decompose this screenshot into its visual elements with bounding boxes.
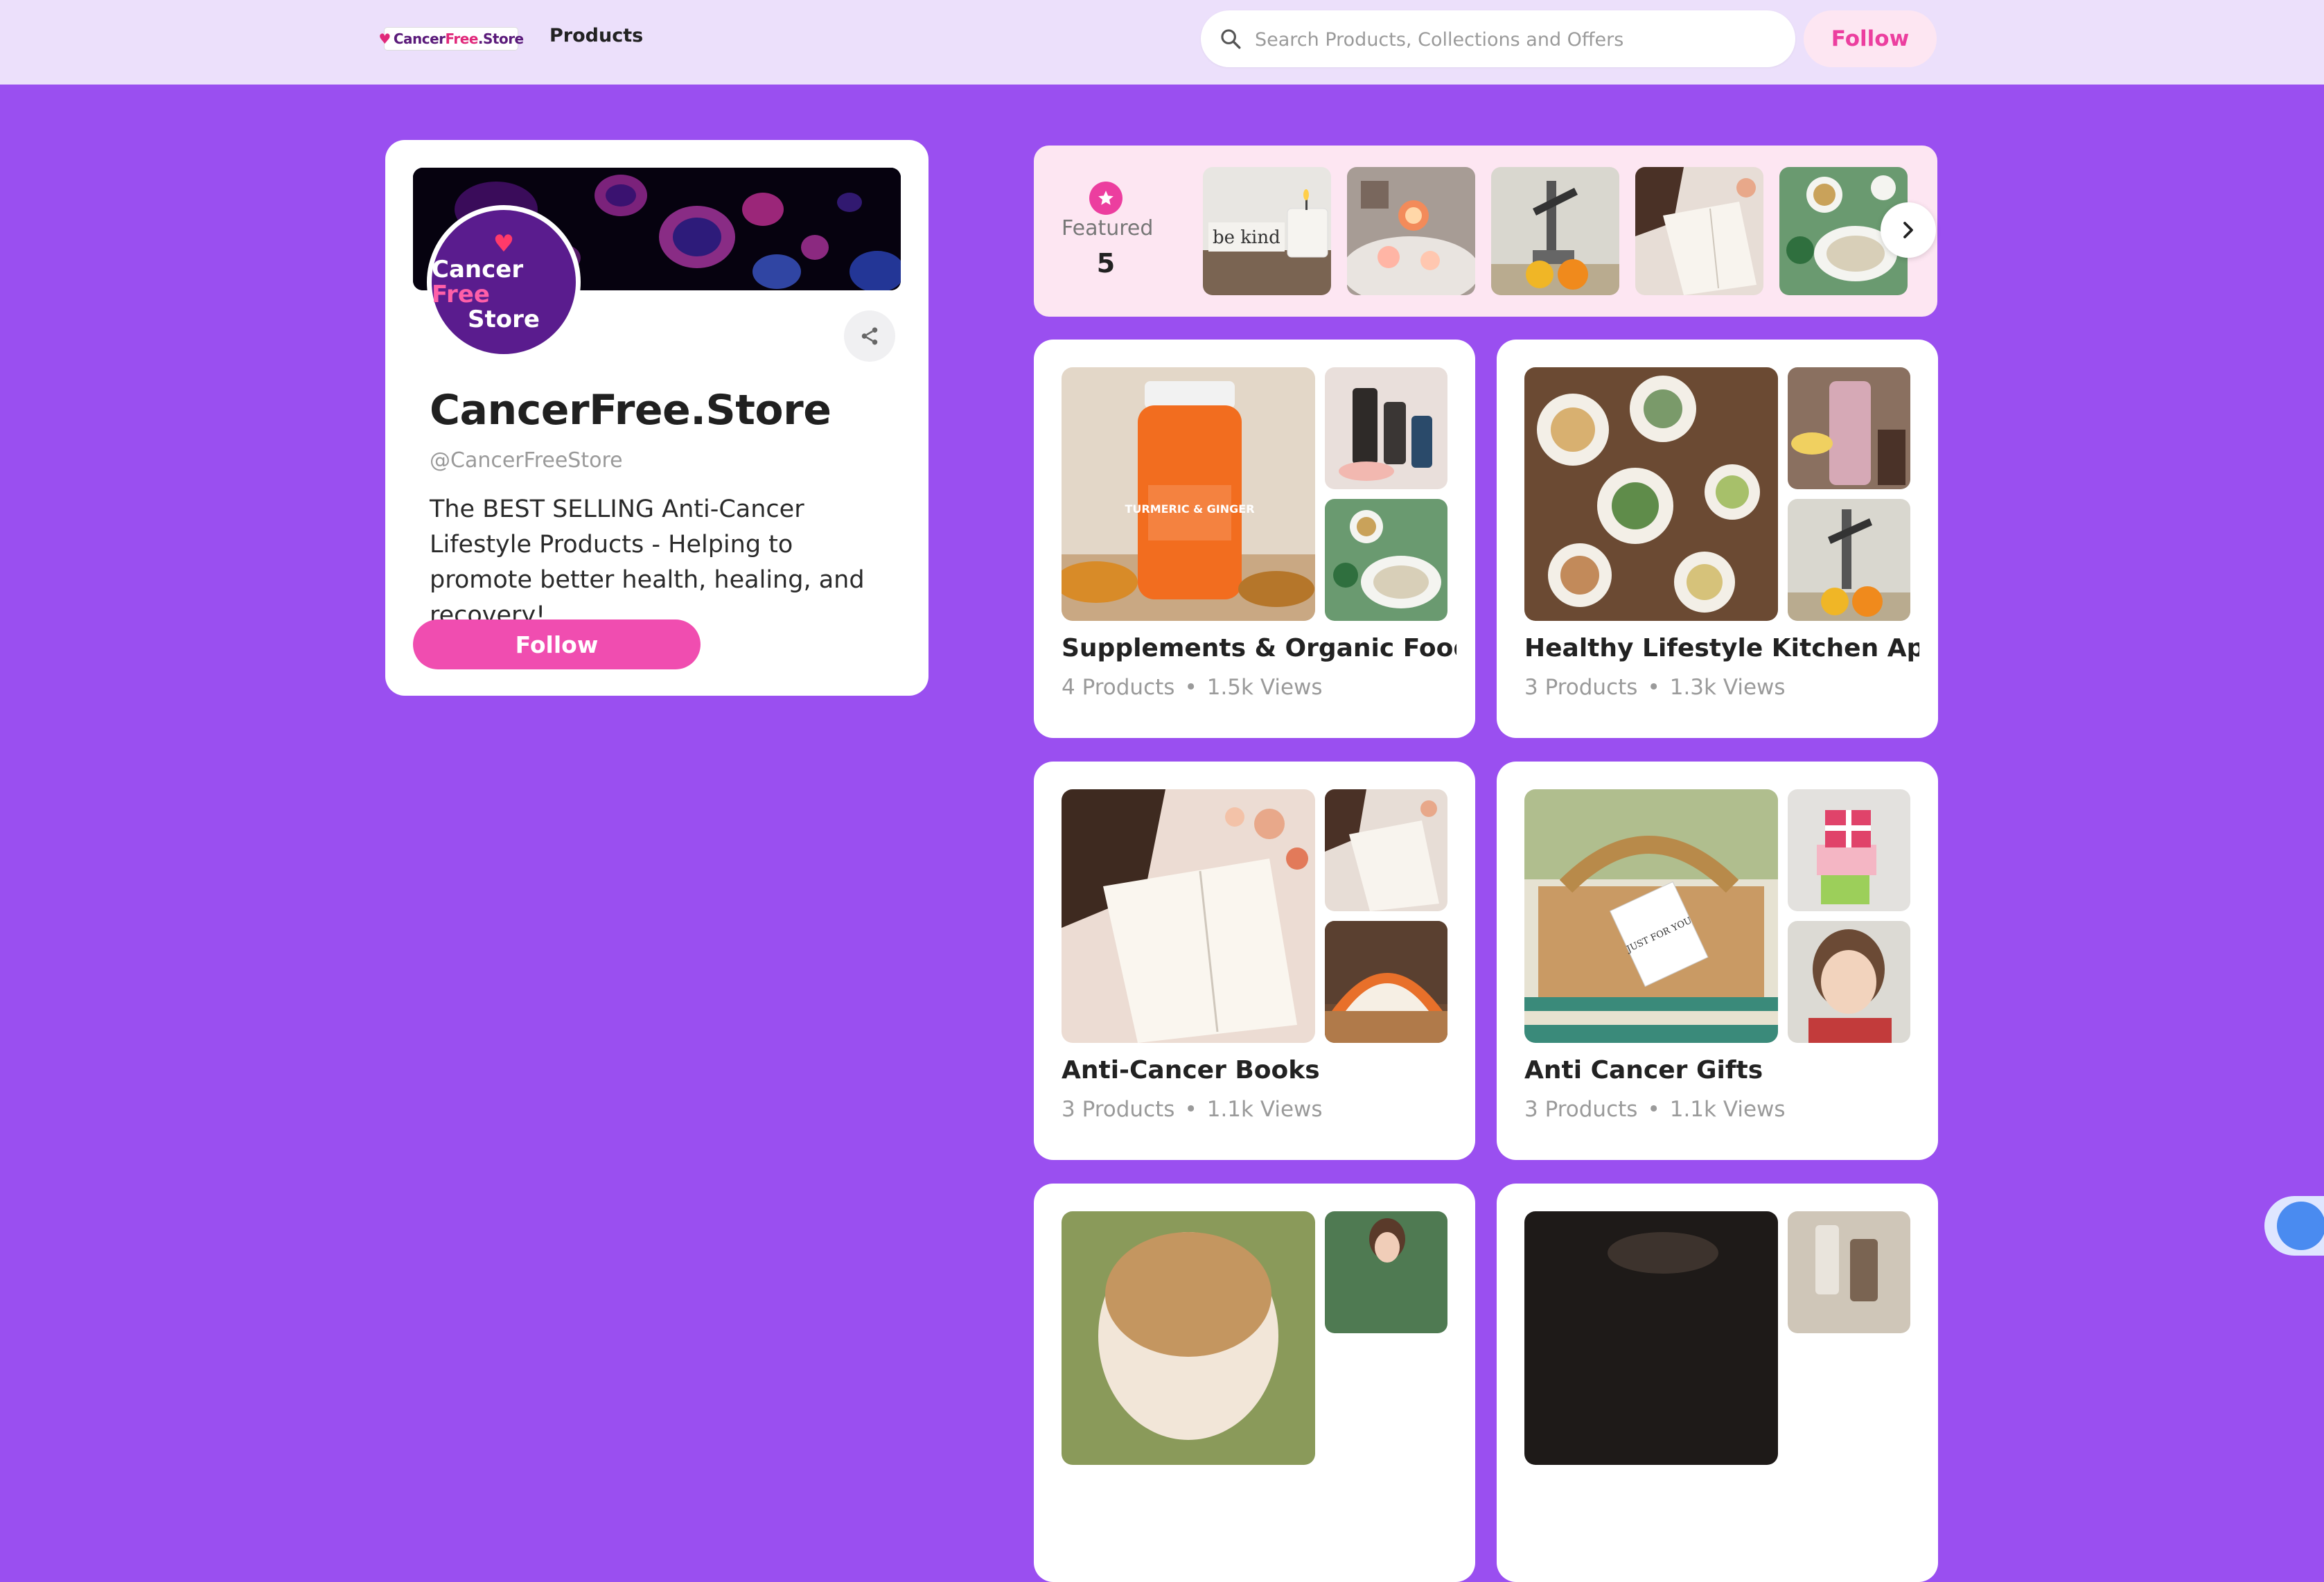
store-handle: @CancerFreeStore (430, 448, 623, 473)
collection-view-count: 1.1k Views (1206, 1097, 1323, 1122)
collection-card-supplements[interactable]: TURMERIC & GINGER Supplements & Organic … (1034, 340, 1475, 738)
featured-item-juicer[interactable] (1491, 167, 1619, 295)
chevron-right-icon (1903, 222, 1913, 238)
collection-meta: 3 Products • 1.1k Views (1524, 1097, 1786, 1122)
collection-image-2 (1325, 1211, 1447, 1333)
collection-product-count: 3 Products (1062, 1097, 1175, 1122)
featured-label: Featured (1062, 216, 1154, 240)
store-logo[interactable]: ♥ CancerFree.Store (378, 28, 524, 50)
featured-item-candle[interactable]: be kind (1203, 167, 1331, 295)
featured-item-bath[interactable] (1347, 167, 1475, 295)
collection-image-main (1062, 1211, 1315, 1465)
profile-follow-button[interactable]: Follow (413, 619, 701, 669)
collection-title: Anti Cancer Gifts (1524, 1056, 1763, 1084)
collection-image-2 (1788, 367, 1910, 489)
collection-image-2 (1325, 367, 1447, 489)
nav-products-link[interactable]: Products (549, 25, 643, 46)
featured-count: 5 (1096, 248, 1116, 279)
collection-meta: 3 Products • 1.1k Views (1062, 1097, 1323, 1122)
heartbeat-icon: ♥ (493, 229, 515, 258)
star-icon (1098, 191, 1113, 205)
collection-image-3 (1325, 921, 1447, 1043)
collection-product-count: 4 Products (1062, 675, 1175, 700)
header-follow-button[interactable]: Follow (1804, 10, 1937, 67)
collection-image-main: TURMERIC & GINGER (1062, 367, 1315, 621)
search-icon (1221, 29, 1241, 49)
collection-meta: 4 Products • 1.5k Views (1062, 675, 1323, 700)
collection-card-books[interactable]: Anti-Cancer Books 3 Products • 1.1k Views (1034, 762, 1475, 1160)
collection-image-main (1062, 789, 1315, 1043)
store-bio: The BEST SELLING Anti-Cancer Lifestyle P… (430, 495, 865, 629)
collection-image-main (1524, 1211, 1778, 1465)
logo-text-mid: Free (445, 30, 479, 47)
collection-view-count: 1.1k Views (1669, 1097, 1786, 1122)
collection-image-2 (1325, 789, 1447, 911)
collection-card-5[interactable] (1034, 1184, 1475, 1582)
collection-card-kitchen[interactable]: Healthy Lifestyle Kitchen Appli... 3 Pro… (1497, 340, 1938, 738)
candle-box-text: be kind (1213, 227, 1280, 248)
collection-meta: 3 Products • 1.3k Views (1524, 675, 1786, 700)
featured-badge (1089, 182, 1123, 215)
logo-text-left: Cancer (393, 30, 446, 47)
featured-next-button[interactable] (1881, 202, 1936, 258)
search-bar[interactable] (1201, 10, 1795, 69)
collection-title: Healthy Lifestyle Kitchen Appli... (1524, 634, 1919, 662)
logo-text-right: .Store (477, 30, 524, 47)
collection-title: Anti-Cancer Books (1062, 1056, 1320, 1084)
collection-product-count: 3 Products (1524, 1097, 1638, 1122)
collection-image-main (1524, 367, 1778, 621)
chat-widget-button[interactable] (2264, 1196, 2324, 1256)
collection-view-count: 1.3k Views (1669, 675, 1786, 700)
collection-image-main: JUST FOR YOU (1524, 789, 1778, 1043)
featured-item-book[interactable] (1635, 167, 1763, 295)
share-button[interactable] (844, 310, 895, 362)
search-input[interactable] (1253, 10, 1783, 69)
heart-icon: ♥ (378, 30, 391, 47)
collection-card-6[interactable] (1497, 1184, 1938, 1582)
collection-card-gifts[interactable]: JUST FOR YOU Anti Cancer Gifts 3 Product… (1497, 762, 1938, 1160)
collection-image-3 (1788, 921, 1910, 1043)
store-avatar: ♥ Cancer Free Store (427, 205, 581, 359)
chat-widget-icon (2277, 1202, 2324, 1250)
collection-image-3 (1788, 499, 1910, 621)
collection-title: Supplements & Organic Foods (1062, 634, 1456, 662)
collection-image-3 (1325, 499, 1447, 621)
collection-image-2 (1788, 1211, 1910, 1333)
top-navigation-bar: ♥ CancerFree.Store Products Follow (0, 0, 2324, 85)
collection-product-count: 3 Products (1524, 675, 1638, 700)
store-name: CancerFree.Store (430, 386, 831, 434)
avatar-text-store: Store (468, 305, 540, 333)
collection-view-count: 1.5k Views (1206, 675, 1323, 700)
featured-strip: Featured 5 be kind (1034, 146, 1937, 317)
avatar-text-cancer: Cancer (432, 256, 524, 284)
share-icon (861, 327, 878, 345)
jar-label-text: TURMERIC & GINGER (1125, 502, 1254, 516)
collection-image-2 (1788, 789, 1910, 911)
avatar-text-free: Free (432, 281, 490, 308)
profile-card: ♥ Cancer Free Store CancerFree.Store @Ca… (385, 140, 928, 696)
